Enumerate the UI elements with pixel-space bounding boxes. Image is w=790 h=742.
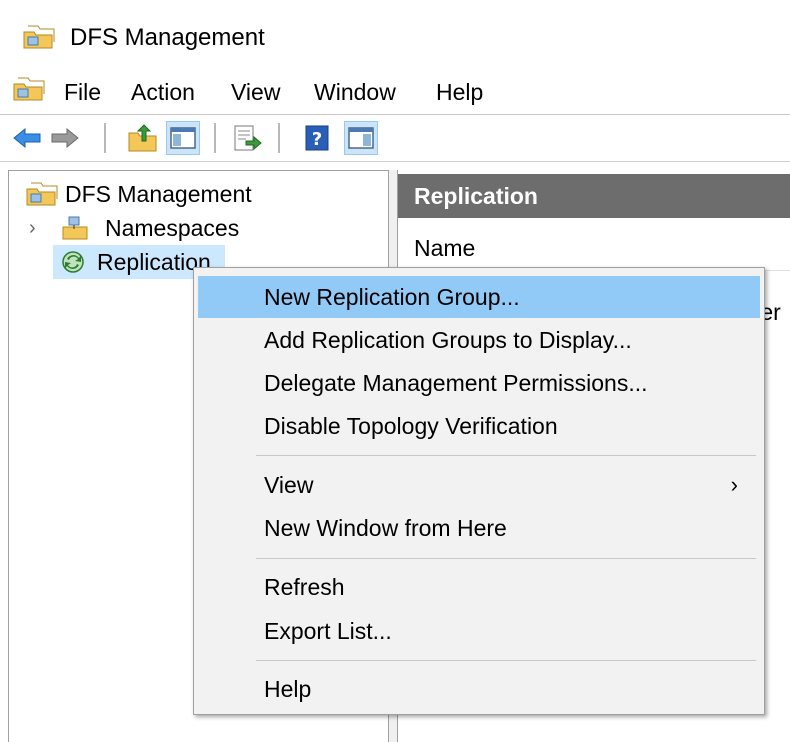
namespaces-icon [61,215,89,241]
menu-action[interactable]: Action [131,78,195,106]
menu-item-label: New Window from Here [264,515,507,541]
tree-item-label: Namespaces [105,215,240,241]
title-bar: DFS Management [0,0,790,68]
chevron-right-icon: › [730,472,738,497]
menu-item-refresh[interactable]: Refresh [198,566,760,608]
toolbar-separator [278,123,280,153]
toolbar-separator [214,123,216,153]
forward-arrow-icon[interactable] [48,121,82,155]
menu-item-label: Disable Topology Verification [264,413,558,439]
menu-separator [256,455,756,456]
menu-item-disable-topology-verification[interactable]: Disable Topology Verification [198,405,760,447]
menu-help[interactable]: Help [436,78,483,106]
toolbar-separator [104,123,106,153]
show-hide-action-pane-icon[interactable] [344,121,378,155]
menu-item-view[interactable]: View › [198,464,760,506]
system-menu-icon[interactable] [12,76,46,102]
menu-item-help[interactable]: Help [198,668,760,710]
window-title: DFS Management [70,24,265,51]
export-list-icon[interactable] [230,121,264,155]
menu-window[interactable]: Window [314,78,396,106]
menu-item-label: New Replication Group... [264,284,520,310]
menu-item-label: View [264,472,314,498]
menu-item-label: Add Replication Groups to Display... [264,327,632,353]
menu-item-delegate-permissions[interactable]: Delegate Management Permissions... [198,362,760,404]
svg-text:?: ? [312,129,322,150]
results-pane-header: Replication [398,174,790,218]
menu-separator [256,558,756,559]
toolbar: ? [0,115,790,161]
show-hide-console-tree-icon[interactable] [166,121,200,155]
menu-item-add-replication-groups[interactable]: Add Replication Groups to Display... [198,319,760,361]
menu-item-new-replication-group[interactable]: New Replication Group... [198,276,760,318]
tree-item-label: DFS Management [65,181,252,207]
menu-file[interactable]: File [64,78,101,106]
menu-bar: File Action View Window Help [0,68,790,114]
up-folder-icon[interactable] [126,121,160,155]
replication-icon [59,249,87,275]
menu-item-export-list[interactable]: Export List... [198,610,760,652]
context-menu: New Replication Group... Add Replication… [193,267,765,715]
menu-view[interactable]: View [231,78,280,106]
tree-item-namespaces[interactable]: › Namespaces [29,211,329,245]
column-header-name[interactable]: Name [414,234,475,262]
results-pane-title: Replication [414,183,538,209]
menu-item-new-window-from-here[interactable]: New Window from Here [198,507,760,549]
toolbar-divider [0,161,790,162]
dfs-management-icon [25,181,59,207]
menu-item-label: Refresh [264,574,345,600]
back-arrow-icon[interactable] [10,121,44,155]
menu-item-label: Delegate Management Permissions... [264,370,648,396]
chevron-right-icon[interactable]: › [29,211,36,245]
menu-separator [256,660,756,661]
menu-item-label: Help [264,676,312,702]
dfs-management-app-icon [22,24,56,50]
help-icon[interactable]: ? [300,121,334,155]
menu-item-label: Export List... [264,618,392,644]
